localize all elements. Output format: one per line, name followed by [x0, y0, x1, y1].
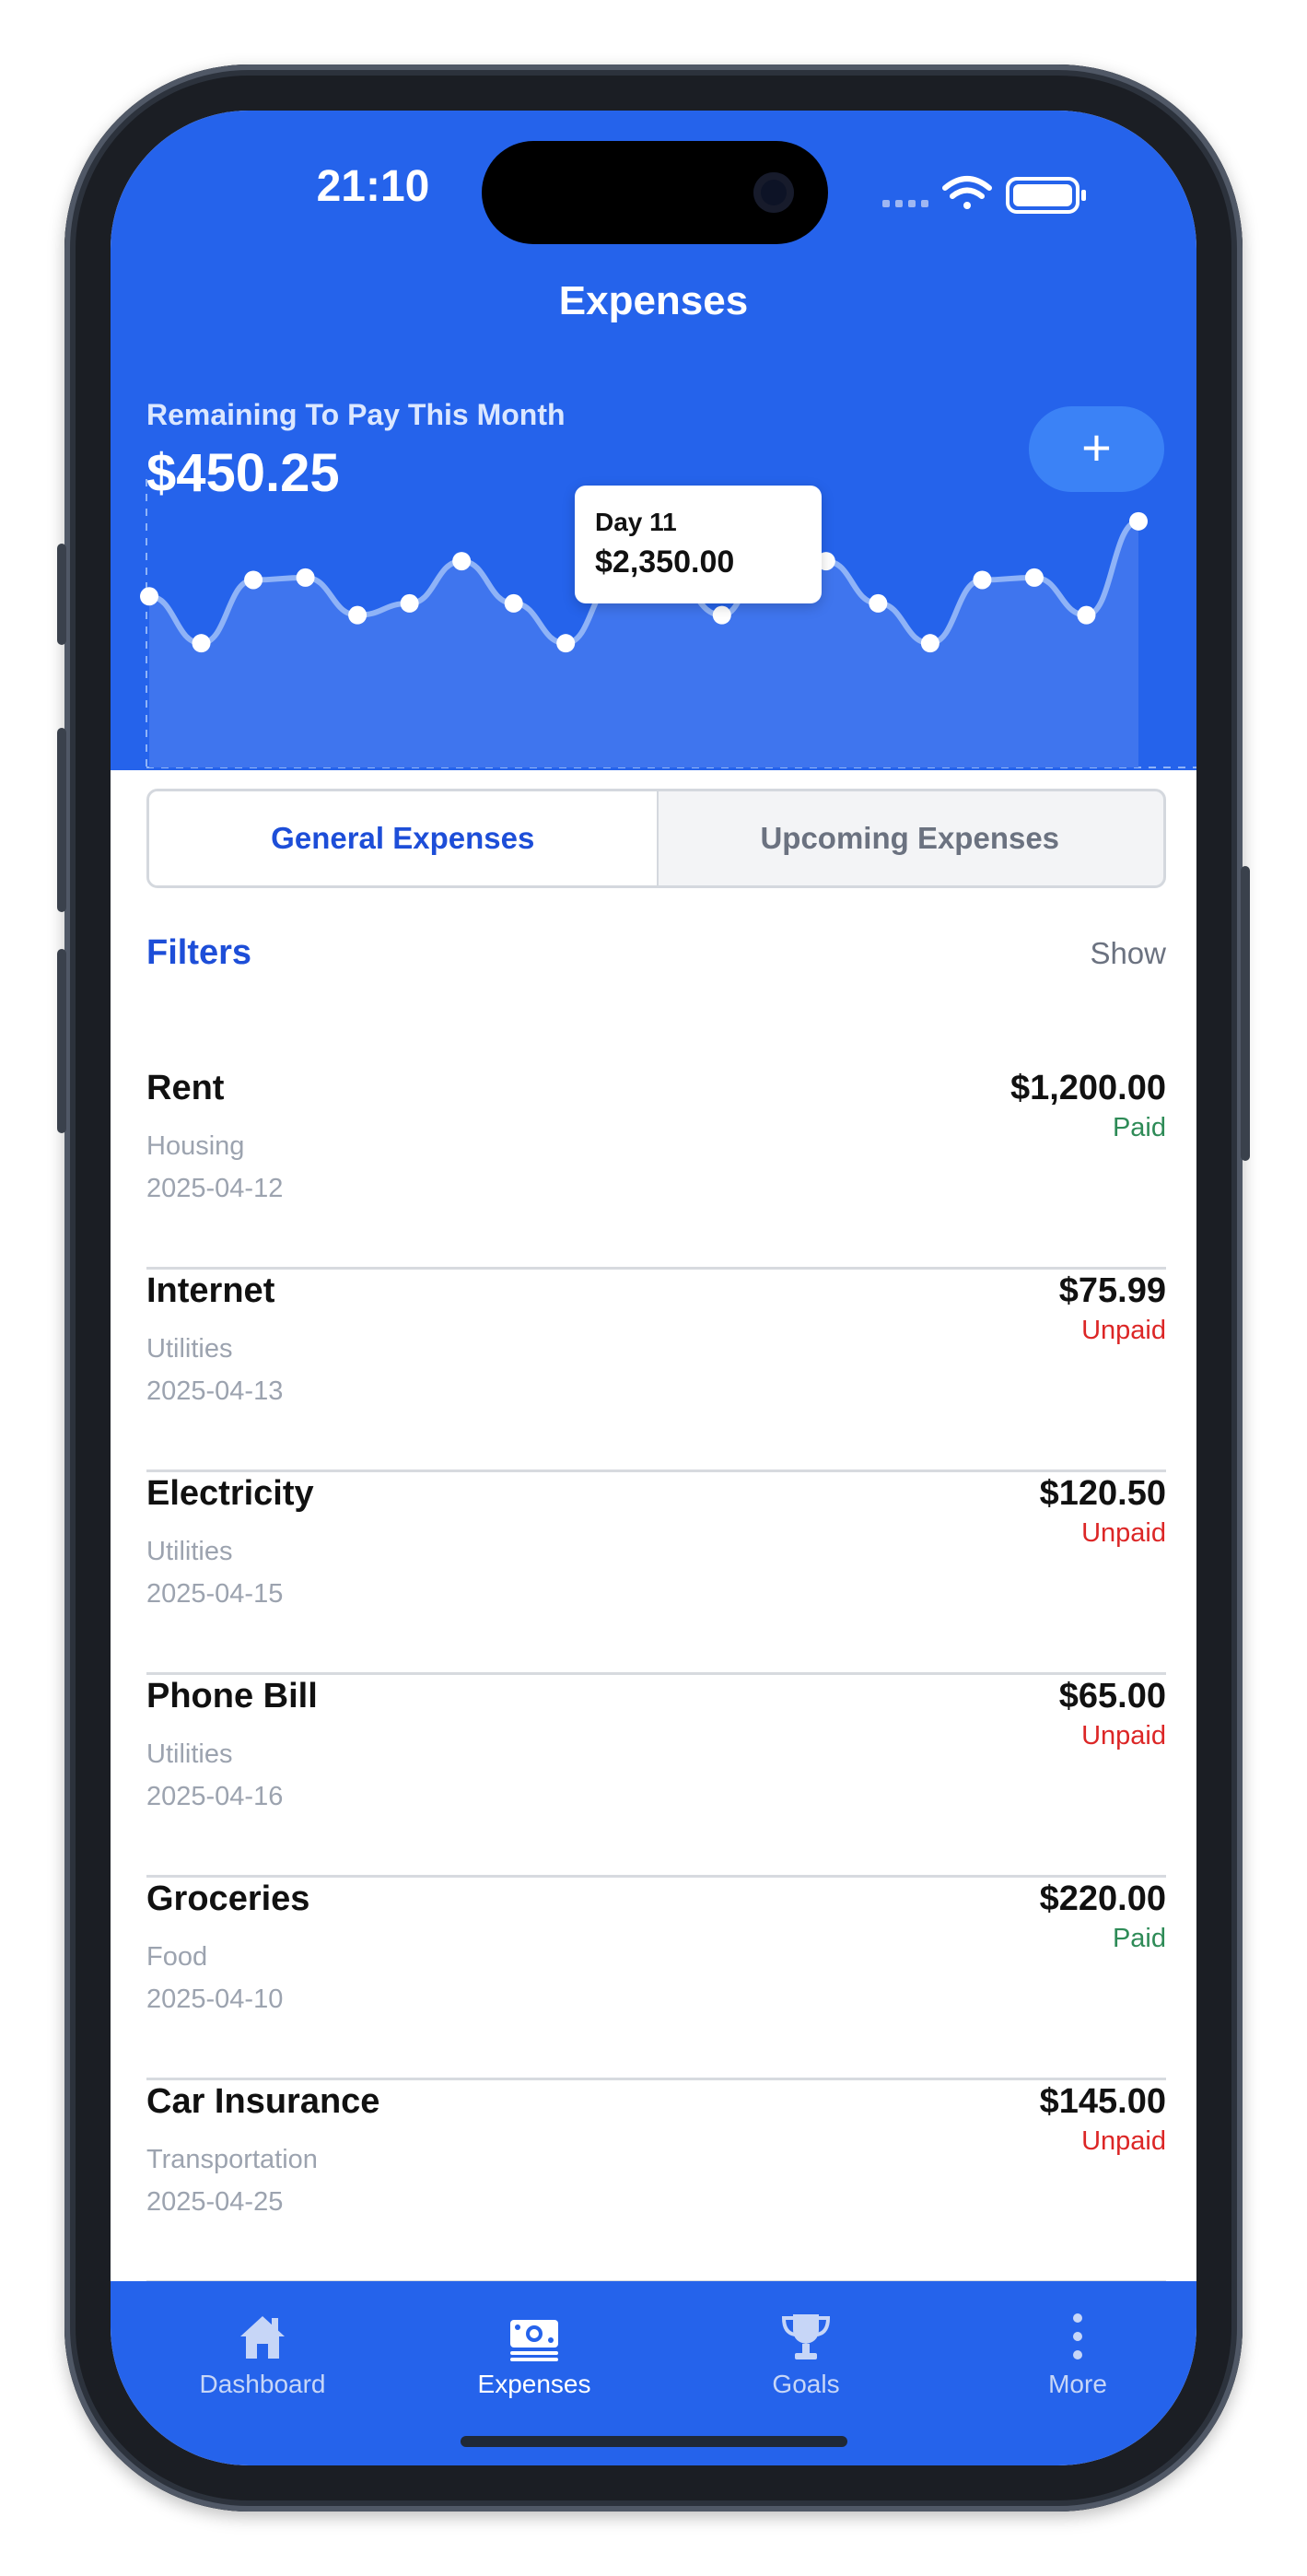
- battery-icon: [1006, 177, 1086, 214]
- expense-amount: $120.50: [1039, 1474, 1166, 1513]
- expense-category: Transportation: [146, 2145, 318, 2174]
- tab-goals-label: Goals: [772, 2370, 840, 2398]
- expense-amount: $145.00: [1039, 2082, 1166, 2121]
- tab-dashboard[interactable]: Dashboard: [143, 2309, 382, 2399]
- action-button: [57, 544, 66, 645]
- tab-upcoming-expenses[interactable]: Upcoming Expenses: [657, 791, 1164, 885]
- expense-status: Unpaid: [1081, 2126, 1166, 2156]
- chart-point[interactable]: [452, 552, 472, 571]
- tab-more-label: More: [1048, 2370, 1107, 2398]
- chart-tooltip: Day 11 $2,350.00: [575, 486, 822, 603]
- expense-row[interactable]: Electricity Utilities 2025-04-15 $120.50 Unp…: [146, 1474, 1166, 1675]
- more-vertical-icon: [1073, 2313, 1082, 2359]
- header: 21:10 Expenses Remaining To Pay This Mon…: [111, 111, 1196, 770]
- expense-date: 2025-04-16: [146, 1782, 284, 1811]
- volume-up-button: [57, 728, 66, 912]
- status-icons: [882, 173, 1103, 219]
- status-time: 21:10: [316, 162, 430, 211]
- chart-point[interactable]: [920, 634, 939, 653]
- app-screen: 21:10 Expenses Remaining To Pay This Mon…: [111, 111, 1196, 2465]
- chart-point[interactable]: [1077, 605, 1096, 625]
- expense-amount: $220.00: [1039, 1879, 1166, 1918]
- expense-name: Rent: [146, 1069, 225, 1107]
- chart-point[interactable]: [973, 570, 992, 590]
- signal-icon: [882, 200, 928, 207]
- home-indicator: [461, 2436, 847, 2447]
- chart-point[interactable]: [869, 593, 888, 613]
- chart-point[interactable]: [244, 570, 263, 590]
- power-button: [1241, 866, 1250, 1161]
- expense-row[interactable]: Internet Utilities 2025-04-13 $75.99 Unpaid: [146, 1271, 1166, 1472]
- wifi-icon: [942, 176, 992, 209]
- status-icons-svg: [882, 176, 1086, 214]
- expense-row[interactable]: Rent Housing 2025-04-12 $1,200.00 Paid: [146, 1069, 1166, 1270]
- expense-amount: $65.00: [1058, 1677, 1166, 1715]
- chart-point[interactable]: [400, 593, 419, 613]
- chart-point[interactable]: [348, 605, 368, 625]
- tab-expenses-label: Expenses: [477, 2370, 591, 2398]
- dynamic-island: [482, 141, 828, 244]
- expense-row[interactable]: Groceries Food 2025-04-10 $220.00 Paid: [146, 1879, 1166, 2080]
- tooltip-day: Day 11: [595, 508, 677, 536]
- chart-point[interactable]: [140, 587, 158, 606]
- expense-name: Car Insurance: [146, 2082, 380, 2121]
- expense-category: Utilities: [146, 1334, 233, 1364]
- expense-name: Groceries: [146, 1879, 310, 1918]
- expense-status: Paid: [1112, 1113, 1166, 1142]
- expense-name: Internet: [146, 1271, 275, 1310]
- chart-point[interactable]: [1024, 568, 1044, 587]
- remaining-label: Remaining To Pay This Month: [146, 398, 566, 431]
- expense-status: Unpaid: [1081, 1518, 1166, 1548]
- expense-status: Unpaid: [1081, 1316, 1166, 1345]
- page-title: Expenses: [558, 278, 749, 323]
- tab-general-expenses[interactable]: General Expenses: [149, 791, 659, 885]
- chart-point[interactable]: [192, 634, 211, 653]
- expense-date: 2025-04-10: [146, 1985, 284, 2014]
- money-icon: [510, 2320, 558, 2361]
- expense-name: Electricity: [146, 1474, 314, 1513]
- volume-down-button: [57, 949, 66, 1133]
- trophy-icon: [781, 2314, 831, 2359]
- expense-status: Paid: [1112, 1924, 1166, 1953]
- expense-row[interactable]: Phone Bill Utilities 2025-04-16 $65.00 Unpai…: [146, 1677, 1166, 1878]
- expense-category: Food: [146, 1942, 208, 1972]
- filters-show-toggle[interactable]: Show: [982, 936, 1166, 971]
- expense-date: 2025-04-25: [146, 2187, 284, 2217]
- expense-amount: $1,200.00: [1009, 1069, 1166, 1107]
- expense-name: Phone Bill: [146, 1677, 318, 1715]
- chart-point[interactable]: [556, 634, 576, 653]
- expense-row[interactable]: Car Insurance Transportation 2025-04-25 $14…: [146, 2082, 1166, 2283]
- tooltip-value: $2,350.00: [595, 544, 735, 580]
- tab-dashboard-label: Dashboard: [199, 2370, 326, 2398]
- expense-type-segmented-control: General Expenses Upcoming Expenses: [146, 789, 1166, 888]
- filters-title: Filters: [146, 933, 252, 972]
- expense-category: Housing: [146, 1131, 245, 1161]
- tab-expenses[interactable]: Expenses: [414, 2309, 654, 2399]
- chart-point[interactable]: [712, 605, 731, 625]
- expense-date: 2025-04-15: [146, 1579, 284, 1609]
- expense-status: Unpaid: [1081, 1721, 1166, 1751]
- chart-point[interactable]: [504, 593, 523, 613]
- camera-icon: [753, 172, 794, 213]
- tab-goals[interactable]: Goals: [686, 2309, 926, 2399]
- home-icon: [240, 2316, 285, 2359]
- expense-category: Utilities: [146, 1537, 233, 1566]
- chart-point[interactable]: [296, 568, 315, 587]
- expense-amount: $75.99: [1058, 1271, 1166, 1310]
- expense-list: Rent Housing 2025-04-12 $1,200.00 Paid Intern…: [146, 1069, 1166, 2285]
- chart-point[interactable]: [1129, 511, 1148, 531]
- expense-date: 2025-04-12: [146, 1174, 284, 1203]
- expense-category: Utilities: [146, 1739, 233, 1769]
- expense-date: 2025-04-13: [146, 1376, 284, 1406]
- tab-more[interactable]: More: [958, 2309, 1196, 2399]
